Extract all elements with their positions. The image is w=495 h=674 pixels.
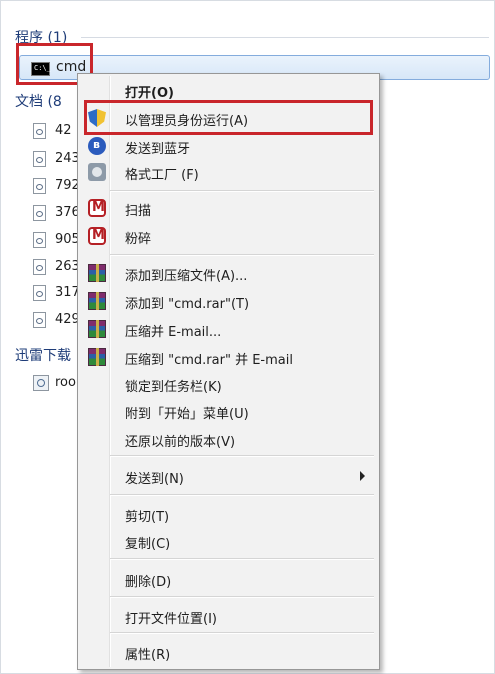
menu-item-restore-versions[interactable]: 还原以前的版本(V) bbox=[80, 427, 377, 451]
menu-item-add-to-archive[interactable]: 添加到压缩文件(A)... bbox=[80, 261, 377, 285]
menu-item-pin-start[interactable]: 附到「开始」菜单(U) bbox=[80, 399, 377, 423]
menu-item-label: 格式工厂 (F) bbox=[125, 168, 199, 183]
document-icon bbox=[33, 205, 46, 221]
format-factory-icon bbox=[88, 163, 106, 181]
menu-item-label: 附到「开始」菜单(U) bbox=[125, 407, 249, 422]
menu-item-pin-taskbar[interactable]: 锁定到任务栏(K) bbox=[80, 372, 377, 396]
mcafee-icon bbox=[88, 199, 106, 217]
menu-separator bbox=[110, 254, 374, 256]
mcafee-icon bbox=[88, 227, 106, 245]
menu-item-label: 添加到 "cmd.rar"(T) bbox=[125, 297, 250, 312]
thunder-item-label: roo bbox=[55, 375, 76, 390]
menu-item-label: 粉碎 bbox=[125, 232, 152, 247]
menu-separator bbox=[110, 596, 374, 598]
menu-item-send-to[interactable]: 发送到(N) bbox=[80, 464, 377, 488]
document-icon bbox=[33, 259, 46, 275]
winrar-icon bbox=[88, 264, 106, 282]
group-divider bbox=[81, 37, 489, 38]
menu-item-delete[interactable]: 删除(D) bbox=[80, 567, 377, 591]
menu-item-shred[interactable]: 粉碎 bbox=[80, 224, 377, 248]
menu-item-copy[interactable]: 复制(C) bbox=[80, 529, 377, 553]
menu-item-label: 添加到压缩文件(A)... bbox=[125, 269, 248, 284]
winrar-icon bbox=[88, 348, 106, 366]
winrar-icon bbox=[88, 320, 106, 338]
menu-item-label: 打开文件位置(I) bbox=[125, 612, 217, 627]
document-icon bbox=[33, 151, 46, 167]
menu-item-open-location[interactable]: 打开文件位置(I) bbox=[80, 604, 377, 628]
menu-item-open[interactable]: 打开(O) bbox=[80, 78, 377, 102]
menu-item-label: 剪切(T) bbox=[125, 510, 170, 525]
run-as-admin-highlight-box bbox=[84, 100, 373, 135]
document-icon bbox=[33, 123, 46, 139]
menu-item-compress-email[interactable]: 压缩并 E-mail... bbox=[80, 317, 377, 341]
menu-item-properties[interactable]: 属性(R) bbox=[80, 640, 377, 664]
menu-separator bbox=[110, 190, 374, 192]
menu-separator bbox=[110, 494, 374, 496]
menu-separator bbox=[110, 455, 374, 457]
document-icon bbox=[33, 312, 46, 328]
menu-item-send-bluetooth[interactable]: 发送到蓝牙 bbox=[80, 134, 377, 158]
menu-item-scan[interactable]: 扫描 bbox=[80, 196, 377, 220]
menu-item-label: 压缩到 "cmd.rar" 并 E-mail bbox=[125, 353, 293, 368]
context-menu: 打开(O) 以管理员身份运行(A) 发送到蓝牙 格式工厂 (F) 扫描 粉碎 添… bbox=[77, 73, 380, 670]
gear-file-icon bbox=[33, 375, 49, 391]
thunder-group-header: 迅雷下载 bbox=[15, 348, 71, 364]
bluetooth-icon bbox=[88, 137, 106, 155]
menu-item-format-factory[interactable]: 格式工厂 (F) bbox=[80, 160, 377, 184]
menu-item-label: 发送到蓝牙 bbox=[125, 142, 191, 157]
document-icon bbox=[33, 178, 46, 194]
menu-item-label: 打开(O) bbox=[125, 86, 174, 101]
document-label: 42 bbox=[55, 123, 72, 138]
menu-item-label: 还原以前的版本(V) bbox=[125, 435, 236, 450]
menu-item-compress-rar-email[interactable]: 压缩到 "cmd.rar" 并 E-mail bbox=[80, 345, 377, 369]
submenu-arrow-icon bbox=[360, 471, 365, 481]
menu-item-label: 压缩并 E-mail... bbox=[125, 325, 222, 340]
document-icon bbox=[33, 232, 46, 248]
menu-item-label: 删除(D) bbox=[125, 575, 172, 590]
menu-item-cut[interactable]: 剪切(T) bbox=[80, 502, 377, 526]
menu-item-label: 复制(C) bbox=[125, 537, 171, 552]
menu-item-label: 属性(R) bbox=[125, 648, 171, 663]
menu-item-label: 发送到(N) bbox=[125, 472, 184, 487]
menu-item-label: 扫描 bbox=[125, 204, 152, 219]
winrar-icon bbox=[88, 292, 106, 310]
menu-separator bbox=[110, 632, 374, 634]
document-icon bbox=[33, 285, 46, 301]
search-results-panel: 程序 (1) C:\_ cmd 文档 (8 42 243 792 376 905… bbox=[0, 0, 495, 674]
documents-group-header: 文档 (8 bbox=[15, 94, 62, 110]
menu-separator bbox=[110, 558, 374, 560]
menu-item-label: 锁定到任务栏(K) bbox=[125, 380, 222, 395]
menu-item-add-to-rar[interactable]: 添加到 "cmd.rar"(T) bbox=[80, 289, 377, 313]
